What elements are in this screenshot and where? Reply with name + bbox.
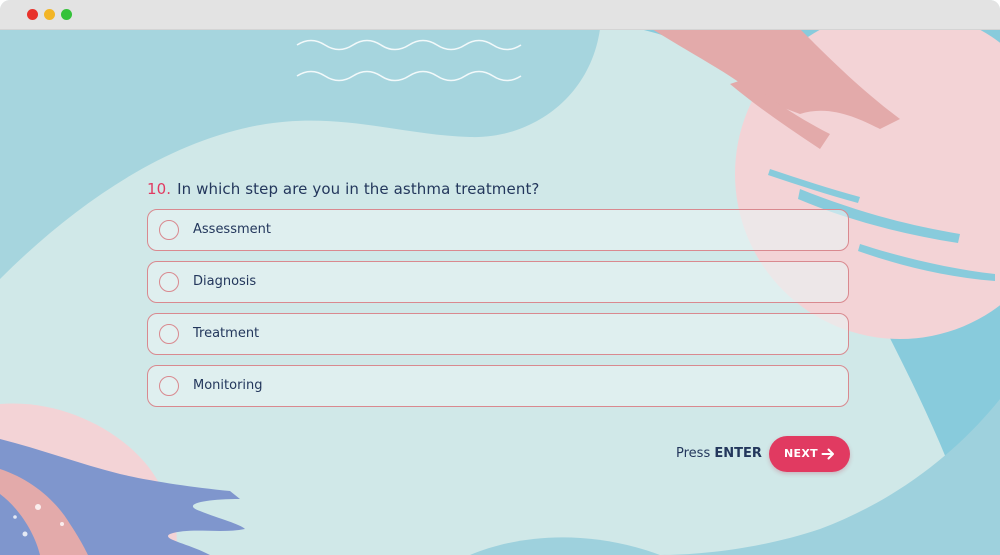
minimize-window-button[interactable]	[44, 9, 55, 20]
press-text: Press	[676, 446, 711, 461]
arrow-right-icon	[821, 448, 834, 460]
option-label: Monitoring	[193, 378, 263, 393]
radio-button[interactable]	[159, 220, 179, 240]
next-button-label: NEXT	[784, 447, 818, 460]
enter-key-text: ENTER	[714, 446, 762, 461]
option-label: Assessment	[193, 222, 271, 237]
next-button[interactable]: NEXT	[769, 436, 850, 472]
option-label: Treatment	[193, 326, 260, 341]
question-text: In which step are you in the asthma trea…	[177, 180, 540, 198]
browser-window: 10. In which step are you in the asthma t…	[0, 0, 1000, 555]
close-window-button[interactable]	[27, 9, 38, 20]
radio-button[interactable]	[159, 324, 179, 344]
press-enter-hint: Press ENTER	[676, 446, 762, 461]
option-monitoring[interactable]: Monitoring	[147, 365, 849, 407]
option-label: Diagnosis	[193, 274, 257, 289]
radio-button[interactable]	[159, 376, 179, 396]
survey-page: 10. In which step are you in the asthma t…	[0, 29, 1000, 555]
question-number: 10.	[147, 180, 172, 198]
window-titlebar	[0, 0, 1000, 30]
option-diagnosis[interactable]: Diagnosis	[147, 261, 849, 303]
radio-button[interactable]	[159, 272, 179, 292]
option-treatment[interactable]: Treatment	[147, 313, 849, 355]
maximize-window-button[interactable]	[61, 9, 72, 20]
question-title: 10. In which step are you in the asthma t…	[147, 180, 540, 198]
option-assessment[interactable]: Assessment	[147, 209, 849, 251]
